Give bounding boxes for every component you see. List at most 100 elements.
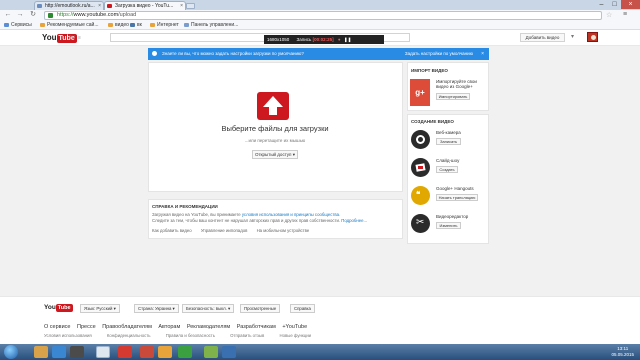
tab-emoutlook[interactable]: http://emoutlook.ru/a... × (34, 1, 104, 10)
bookmark-item[interactable]: видео (108, 21, 129, 29)
explorer-icon[interactable] (34, 346, 48, 358)
media-icon[interactable] (70, 346, 84, 358)
footer-link[interactable]: Прессе (77, 324, 96, 330)
footer-sub-link[interactable]: Условия использования (44, 333, 92, 338)
tab-youtube-upload[interactable]: Загрузка видео - YouTu... × (104, 1, 186, 10)
google-plus-icon: g+ (410, 79, 430, 106)
footer-link[interactable]: +YouTube (282, 324, 307, 330)
footer-youtube-logo[interactable]: You Tube (44, 304, 73, 312)
record-button[interactable]: Записать (436, 138, 461, 145)
help-links: Как добавить видео Управление иипопадов … (152, 228, 317, 233)
select-files-title[interactable]: Выберите файлы для загрузки (200, 124, 350, 133)
help-link[interactable]: Как добавить видео (152, 228, 192, 233)
footer-sub-link[interactable]: Конфиденциальность (107, 333, 151, 338)
pause-icon[interactable]: ❚❚ (344, 37, 352, 42)
import-button[interactable]: Импортировать (436, 93, 470, 100)
safety-select[interactable]: Безопасность: выкл. ▾ (182, 304, 235, 313)
bookmark-label: Сервисы (11, 22, 32, 28)
upload-arrow-icon[interactable] (257, 92, 289, 120)
maximize-icon[interactable]: □ (608, 0, 621, 9)
browser-toolbar: ← → ↻ https://www.youtube.com/upload ☆ ≡ (0, 10, 640, 21)
logo-you: You (42, 33, 57, 42)
edit-button[interactable]: Изменить (436, 222, 461, 229)
footer-sub-link[interactable]: Отправить отзыв (230, 333, 264, 338)
bookmarks-bar: Сервисы Рекомендуемые сай... видео вк Ин… (0, 21, 640, 30)
footer-sub-link[interactable]: Правила и безопасность (166, 333, 215, 338)
bookmark-item[interactable]: Сервисы (4, 21, 32, 29)
bookmark-item[interactable]: Рекомендуемые сай... (40, 21, 98, 29)
upload-video-button[interactable]: Добавить видео (520, 33, 565, 42)
start-button[interactable] (4, 345, 18, 359)
footer-sub-link[interactable]: Новые функции (279, 333, 311, 338)
forward-arrow-icon[interactable]: → (16, 11, 24, 19)
app-icon[interactable] (222, 346, 236, 358)
reload-icon[interactable]: ↻ (29, 11, 37, 19)
slideshow-icon (411, 158, 430, 177)
hangouts-icon: ❝ (411, 186, 430, 205)
bookmark-label: вк (137, 22, 142, 28)
history-button[interactable]: Просмотренные (240, 304, 281, 313)
video-editor-icon: ✂ (411, 214, 430, 233)
address-bar[interactable]: https://www.youtube.com/upload (44, 11, 602, 20)
bookmark-item[interactable]: Панель управлени... (184, 21, 238, 29)
help-button[interactable]: Справка (290, 304, 315, 313)
close-window-icon[interactable]: × (621, 0, 640, 9)
new-tab-button[interactable] (186, 3, 195, 9)
terms-link[interactable]: условия использования и принципы сообщес… (242, 212, 340, 217)
clock[interactable]: 13:11 05.05.2015 (611, 346, 634, 358)
drag-hint: ...или перетащите их мышью (244, 138, 306, 143)
app-icon[interactable] (140, 346, 154, 358)
footer-link[interactable]: Правообладателям (102, 324, 152, 330)
help-link[interactable]: На мобильном устройстве (257, 228, 310, 233)
avatar[interactable] (587, 32, 598, 42)
page-icon (37, 4, 42, 8)
bookmark-star-icon[interactable]: ☆ (606, 11, 612, 19)
recorder-label: Запись (296, 37, 312, 42)
back-arrow-icon[interactable]: ← (4, 11, 12, 19)
banner-settings-link[interactable]: Задать настройки по умолчанию (405, 48, 473, 60)
folder-icon (150, 23, 155, 27)
language-select[interactable]: Язык: Русский ▾ (80, 304, 120, 313)
apps-icon (4, 23, 9, 27)
logo-you: You (44, 304, 56, 311)
bookmark-item[interactable]: вк (130, 21, 142, 29)
opera-icon[interactable] (118, 346, 132, 358)
help-terms-line: Загружая видео на YouTube, вы принимаете… (152, 212, 340, 217)
help-copyright-text: Следите за тем, чтобы ваш контент не нар… (152, 218, 342, 223)
webcam-label: Веб-камера (436, 130, 461, 135)
help-terms-text: Загружая видео на YouTube, вы принимаете (152, 212, 242, 217)
footer-link[interactable]: О сервисе (44, 324, 70, 330)
folder-icon (108, 23, 113, 27)
url-host: www.youtube.com (73, 12, 119, 18)
more-info-link[interactable]: Подробнее... (341, 218, 367, 223)
footer-link[interactable]: Разработчикам (237, 324, 276, 330)
app-icon[interactable] (204, 346, 218, 358)
chrome-icon[interactable] (96, 346, 110, 358)
footer-link[interactable]: Рекламодателям (187, 324, 230, 330)
record-dot-icon[interactable]: ● (338, 37, 341, 42)
bookmark-item[interactable]: Интернет (150, 21, 179, 29)
menu-icon[interactable]: ≡ (620, 11, 630, 19)
import-text-line: видео из Google+ (436, 84, 473, 89)
logo-tube: Tube (55, 304, 73, 312)
start-broadcast-button[interactable]: Начать трансляцию (436, 194, 478, 201)
create-slideshow-button[interactable]: Создать (436, 166, 458, 173)
minimize-icon[interactable]: – (595, 0, 608, 9)
footer-link[interactable]: Авторам (158, 324, 180, 330)
country-select[interactable]: Страна: Украина ▾ (134, 304, 179, 313)
ie-icon[interactable] (52, 346, 66, 358)
folder-icon[interactable] (158, 346, 172, 358)
utorrent-icon[interactable] (178, 346, 192, 358)
close-banner-icon[interactable]: × (481, 48, 484, 60)
help-link[interactable]: Управление иипопадов (201, 228, 248, 233)
help-copyright-line: Следите за тем, чтобы ваш контент не нар… (152, 218, 367, 223)
info-icon (152, 51, 157, 56)
privacy-select[interactable]: Открытый доступ ▾ (252, 150, 298, 159)
notifications-icon[interactable]: ▾ (571, 34, 577, 40)
tab-label: http://emoutlook.ru/a... (45, 3, 95, 9)
clock-date: 05.05.2015 (611, 352, 634, 357)
import-title: ИМПОРТ ВИДЕО (411, 68, 448, 73)
close-tab-icon[interactable]: × (180, 2, 183, 10)
close-tab-icon[interactable]: × (98, 2, 101, 10)
guide-menu-icon[interactable]: ≡ (78, 35, 81, 41)
